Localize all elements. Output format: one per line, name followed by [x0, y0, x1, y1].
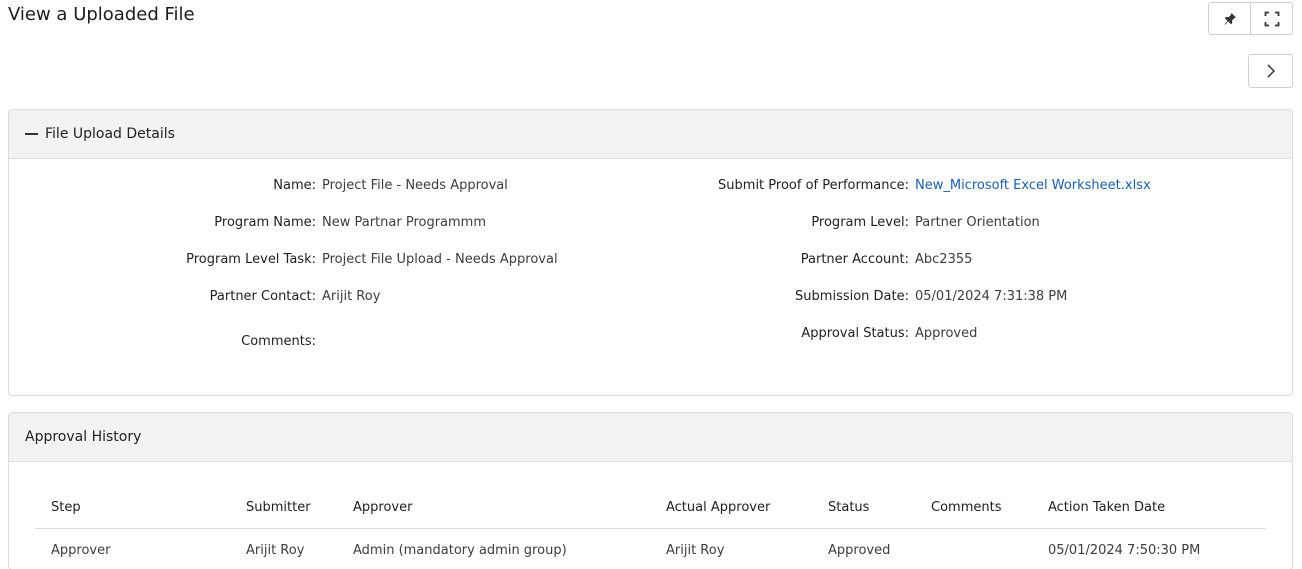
approval-status-field: Approval Status: Approved	[9, 326, 977, 341]
chevron-right-icon	[1266, 64, 1275, 78]
pin-icon	[1223, 12, 1236, 25]
panel-actions	[1208, 2, 1293, 35]
collapse-icon[interactable]	[25, 133, 38, 135]
file-upload-details-panel: File Upload Details Name: Project File -…	[8, 109, 1293, 396]
column-header-approver: Approver	[337, 488, 650, 529]
history-panel-title: Approval History	[25, 429, 142, 445]
details-panel-title: File Upload Details	[45, 126, 175, 142]
partner-account-field: Partner Account: Abc2355	[9, 252, 973, 267]
approval-status-label: Approval Status:	[801, 326, 909, 341]
cell-submitter: Arijit Roy	[246, 542, 305, 558]
program-level-label: Program Level:	[811, 215, 909, 230]
cell-action-date: 05/01/2024 7:50:30 PM	[1048, 542, 1201, 558]
details-body: Name: Project File - Needs Approval Prog…	[9, 159, 1292, 395]
fullscreen-button[interactable]	[1250, 3, 1292, 34]
column-header-step: Step	[35, 488, 230, 529]
proof-of-performance-link[interactable]: New_Microsoft Excel Worksheet.xlsx	[915, 178, 1151, 193]
column-header-comments: Comments	[915, 488, 1032, 529]
submission-date-value: 05/01/2024 7:31:38 PM	[915, 289, 1068, 304]
cell-approver: Admin (mandatory admin group)	[353, 542, 567, 558]
program-level-field: Program Level: Partner Orientation	[9, 215, 1040, 230]
column-header-action-date: Action Taken Date	[1032, 488, 1266, 529]
cell-actual-approver: Arijit Roy	[666, 542, 725, 558]
partner-account-label: Partner Account:	[800, 252, 909, 267]
approval-status-value: Approved	[915, 326, 978, 341]
approval-history-panel: Approval History Step Submitter Approver…	[8, 412, 1293, 569]
cell-status: Approved	[828, 542, 891, 558]
column-header-submitter: Submitter	[230, 488, 337, 529]
pin-button[interactable]	[1209, 3, 1250, 34]
approval-history-table: Step Submitter Approver Actual Approver …	[35, 488, 1266, 569]
expand-icon	[1264, 11, 1279, 26]
next-button[interactable]	[1248, 54, 1293, 88]
proof-of-performance-field: Submit Proof of Performance: New_Microso…	[9, 178, 1151, 193]
proof-of-performance-label: Submit Proof of Performance:	[718, 178, 909, 193]
details-panel-header[interactable]: File Upload Details	[9, 110, 1292, 159]
cell-comments	[915, 528, 1032, 569]
partner-account-value: Abc2355	[915, 252, 973, 267]
table-row: Approver Arijit Roy Admin (mandatory adm…	[35, 528, 1266, 569]
column-header-actual-approver: Actual Approver	[650, 488, 812, 529]
cell-step: Approver	[51, 542, 111, 558]
submission-date-label: Submission Date:	[795, 289, 909, 304]
program-level-value: Partner Orientation	[915, 215, 1040, 230]
table-header-row: Step Submitter Approver Actual Approver …	[35, 488, 1266, 529]
history-panel-header: Approval History	[9, 413, 1292, 462]
page-title: View a Uploaded File	[8, 4, 195, 25]
submission-date-field: Submission Date: 05/01/2024 7:31:38 PM	[9, 289, 1067, 304]
column-header-status: Status	[812, 488, 915, 529]
